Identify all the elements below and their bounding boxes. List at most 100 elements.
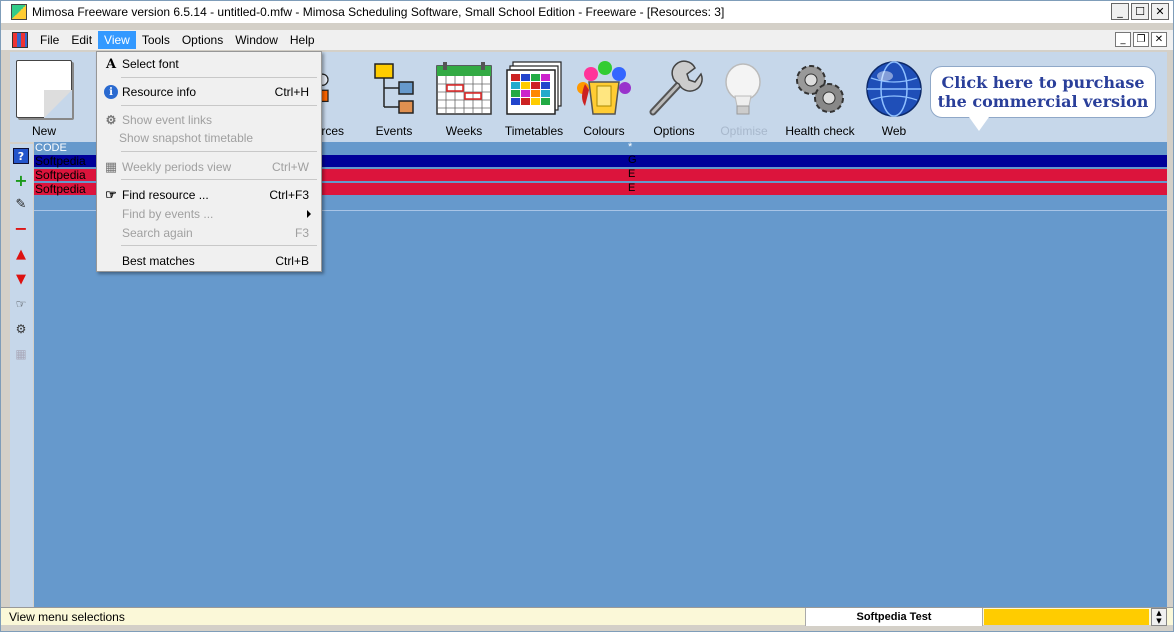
status-text: View menu selections: [9, 610, 125, 624]
new-tool-label: New: [32, 124, 57, 138]
font-a-icon: A: [105, 56, 117, 72]
menu-file[interactable]: File: [34, 31, 65, 49]
new-document-icon: [16, 60, 72, 118]
purchase-commercial-callout[interactable]: Click here to purchase the commercial ve…: [930, 66, 1156, 131]
help-question-icon[interactable]: ?: [13, 148, 29, 164]
web-tool-button[interactable]: Web: [854, 52, 934, 142]
menu-item-find-resource[interactable]: ☞ Find resource ... Ctrl+F3: [99, 185, 319, 205]
header-star: *: [628, 141, 633, 153]
mdi-minimize-button[interactable]: _: [1115, 32, 1131, 47]
calendar-grid-icon: ▦: [104, 159, 118, 175]
mimosa-app-icon[interactable]: [11, 4, 27, 20]
window-title: Mimosa Freeware version 6.5.14 - untitle…: [32, 5, 725, 19]
menu-item-shortcut: Ctrl+W: [272, 160, 309, 174]
menu-item-shortcut: Ctrl+F3: [269, 188, 309, 202]
menu-item-label: Find by events ...: [122, 207, 214, 221]
menu-item-find-by-events[interactable]: Find by events ...: [99, 204, 319, 224]
purchase-line-1: Click here to purchase: [941, 73, 1145, 92]
menu-help[interactable]: Help: [284, 31, 321, 49]
menu-view[interactable]: View: [98, 31, 136, 49]
status-bar: View menu selections Softpedia Test ▲ ▼: [1, 607, 1173, 626]
spin-up-icon[interactable]: ▲: [1152, 609, 1166, 617]
light-bulb-icon: [725, 63, 761, 115]
health-check-tool-button[interactable]: Health check: [780, 52, 860, 142]
add-plus-icon[interactable]: +: [13, 171, 29, 190]
menu-item-label: Select font: [122, 57, 179, 71]
row-mark: G: [628, 154, 637, 166]
status-progress-panel: [984, 609, 1149, 625]
globe-icon: [866, 61, 922, 117]
weeks-tool-label: Weeks: [445, 124, 483, 138]
menu-item-search-again[interactable]: Search again F3: [99, 223, 319, 243]
minimize-button[interactable]: _: [1111, 3, 1129, 20]
timetables-icon: [506, 61, 562, 115]
options-tool-button[interactable]: Options: [634, 52, 714, 142]
menu-separator: [121, 245, 317, 246]
menu-item-label: Best matches: [122, 254, 195, 268]
events-tool-button[interactable]: Events: [354, 52, 434, 142]
move-up-arrow-icon[interactable]: ▲: [13, 246, 29, 262]
mdi-restore-button[interactable]: ❐: [1133, 32, 1149, 47]
menu-window[interactable]: Window: [229, 31, 284, 49]
menu-separator: [121, 77, 317, 78]
menu-item-best-matches[interactable]: Best matches Ctrl+B: [99, 251, 319, 271]
wrench-icon: [649, 60, 703, 116]
optimise-tool-label: Optimise: [720, 124, 768, 138]
menu-separator: [121, 105, 317, 106]
menu-bar: File Edit View Tools Options Window Help…: [1, 30, 1173, 50]
menu-item-label: Show snapshot timetable: [119, 131, 254, 145]
menu-item-select-font[interactable]: A Select font: [99, 54, 319, 74]
menu-separator: [121, 151, 317, 152]
menu-item-resource-info[interactable]: i Resource info Ctrl+H: [99, 82, 319, 102]
menu-item-show-snapshot-timetable[interactable]: Show snapshot timetable: [99, 128, 319, 148]
remove-minus-icon[interactable]: −: [13, 219, 29, 238]
menu-options[interactable]: Options: [176, 31, 229, 49]
row-mark: E: [628, 168, 636, 180]
timetables-tool-label: Timetables: [504, 124, 564, 138]
document-system-icon[interactable]: [12, 32, 28, 48]
event-links-icon[interactable]: ⚙: [13, 321, 29, 337]
event-links-icon: ⚙: [105, 113, 117, 127]
spin-down-icon[interactable]: ▼: [1152, 617, 1166, 625]
events-tool-label: Events: [375, 124, 413, 138]
close-button[interactable]: ✕: [1151, 3, 1169, 20]
timetables-tool-button[interactable]: Timetables: [494, 52, 574, 142]
menu-item-show-event-links[interactable]: ⚙ Show event links: [99, 110, 319, 130]
paint-bucket-icon: [577, 61, 631, 115]
events-tree-icon: [374, 63, 414, 114]
left-toolbar: ? + ✎ − ▲ ▼ ☞ ⚙ ▦: [10, 144, 33, 607]
options-tool-label: Options: [653, 124, 695, 138]
maximize-button[interactable]: ☐: [1131, 3, 1149, 20]
colours-tool-label: Colours: [583, 124, 625, 138]
mdi-close-button[interactable]: ✕: [1151, 32, 1167, 47]
header-code: CODE: [35, 142, 67, 154]
submenu-arrow-icon: [307, 210, 311, 218]
menu-item-shortcut: Ctrl+B: [275, 254, 309, 268]
menu-item-label: Weekly periods view: [122, 160, 232, 174]
menu-edit[interactable]: Edit: [65, 31, 98, 49]
status-spinner[interactable]: ▲ ▼: [1151, 608, 1167, 626]
window-controls: _ ☐ ✕: [1111, 3, 1169, 20]
menu-item-weekly-periods-view[interactable]: ▦ Weekly periods view Ctrl+W: [99, 157, 319, 177]
find-pointing-hand-icon[interactable]: ☞: [13, 296, 29, 312]
weeks-tool-button[interactable]: Weeks: [424, 52, 504, 142]
pointing-hand-icon: ☞: [105, 187, 117, 203]
purchase-line-2: the commercial version: [937, 92, 1149, 111]
menu-item-label: Find resource ...: [122, 188, 209, 202]
mimosa-app-window: Mimosa Freeware version 6.5.14 - untitle…: [0, 0, 1174, 632]
calendar-icon: [436, 62, 492, 115]
move-down-arrow-icon[interactable]: ▼: [13, 271, 29, 287]
colours-tool-button[interactable]: Colours: [564, 52, 644, 142]
edit-pencil-icon[interactable]: ✎: [13, 196, 29, 212]
menu-item-label: Search again: [122, 226, 193, 240]
web-tool-label: Web: [881, 124, 907, 138]
health-check-tool-label: Health check: [785, 124, 855, 138]
row-code: Softpedia: [35, 168, 86, 182]
new-tool-button[interactable]: New: [10, 52, 90, 142]
weekly-grid-icon[interactable]: ▦: [13, 346, 29, 362]
row-code: Softpedia: [35, 154, 86, 168]
optimise-tool-button[interactable]: Optimise: [704, 52, 784, 142]
menu-tools[interactable]: Tools: [136, 31, 176, 49]
menu-item-label: Resource info: [122, 85, 197, 99]
row-code: Softpedia: [35, 182, 86, 196]
